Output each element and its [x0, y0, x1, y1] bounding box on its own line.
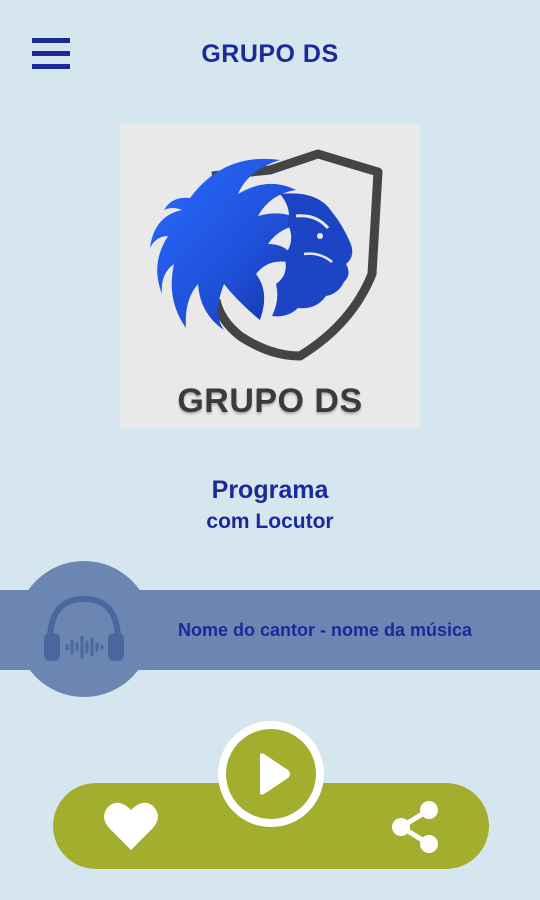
- heart-icon[interactable]: [103, 800, 159, 852]
- now-playing-badge: [16, 561, 152, 697]
- now-playing-text: Nome do cantor - nome da música: [178, 620, 473, 640]
- program-subtitle: com Locutor: [206, 510, 334, 533]
- station-logo: GRUPO DS: [120, 124, 420, 428]
- share-icon[interactable]: [389, 800, 441, 854]
- play-button[interactable]: [226, 729, 316, 819]
- program-title: Programa: [211, 476, 329, 504]
- play-icon: [260, 753, 290, 795]
- headphones-audio-icon: [44, 595, 124, 661]
- app-header: GRUPO DS: [0, 0, 540, 112]
- app-title: GRUPO DS: [201, 40, 339, 68]
- logo-text: GRUPO DS: [177, 382, 363, 420]
